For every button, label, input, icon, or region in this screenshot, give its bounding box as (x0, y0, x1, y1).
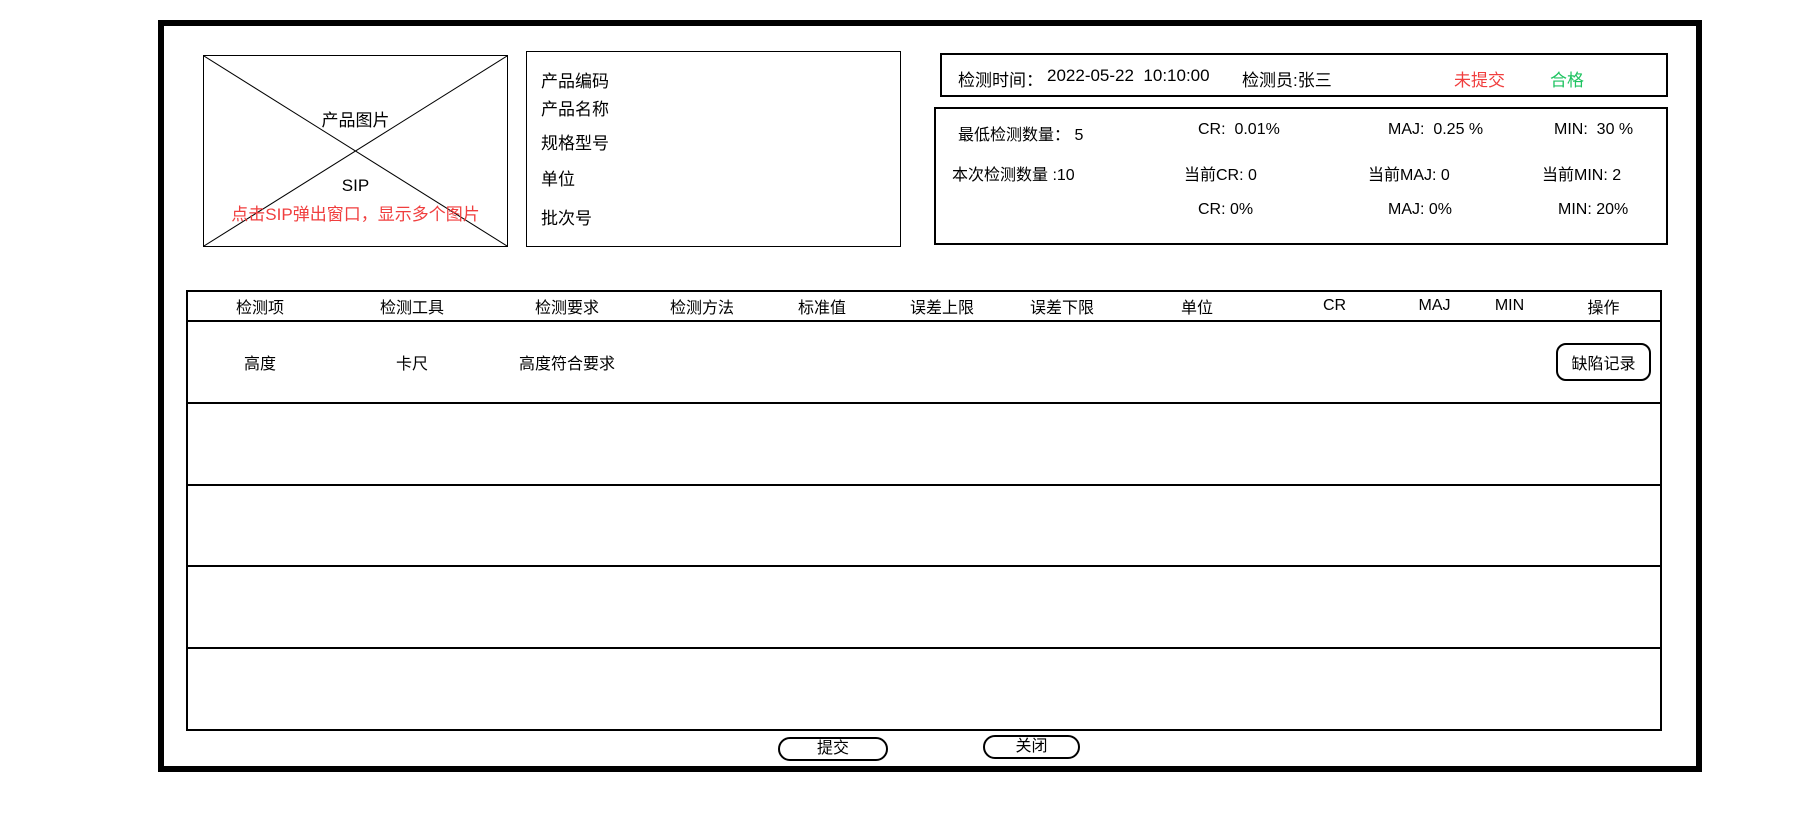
inspector-label: 检测员:张三 (1242, 66, 1332, 91)
stat-cr-limit: CR: 0.01% (1198, 121, 1280, 139)
sip-popup-note[interactable]: 点击SIP弹出窗口，显示多个图片 (204, 200, 507, 225)
defect-record-button[interactable]: 缺陷记录 (1556, 343, 1650, 381)
col-header-action: 操作 (1547, 294, 1660, 318)
stat-min-inspect-qty: 最低检测数量： 5 (958, 121, 1083, 145)
stat-min-rate: MIN: 20% (1558, 201, 1628, 219)
col-header-method: 检测方法 (642, 294, 762, 318)
col-header-item: 检测项 (188, 294, 332, 318)
col-header-cr: CR (1272, 297, 1397, 315)
table-row-empty (188, 567, 1660, 649)
inspection-header-box: 检测时间： 2022-05-22 10:10:00 检测员:张三 未提交 合格 (940, 53, 1668, 97)
close-button[interactable]: 关闭 (983, 735, 1080, 759)
stat-maj-limit: MAJ: 0.25 % (1388, 121, 1483, 139)
product-image-placeholder[interactable]: 产品图片 SIP 点击SIP弹出窗口，显示多个图片 (203, 55, 508, 247)
submit-status-badge: 未提交 (1454, 66, 1505, 91)
field-label-spec-model: 规格型号 (541, 129, 609, 154)
stat-current-inspect-qty: 本次检测数量 :10 (952, 161, 1075, 185)
col-header-upper-tol: 误差上限 (882, 294, 1002, 318)
inspection-items-table: 检测项 检测工具 检测要求 检测方法 标准值 误差上限 误差下限 单位 CR M… (186, 290, 1662, 731)
stat-current-maj: 当前MAJ: 0 (1368, 161, 1450, 185)
col-header-requirement: 检测要求 (492, 294, 642, 318)
col-header-unit: 单位 (1122, 294, 1272, 318)
field-label-unit: 单位 (541, 165, 575, 190)
stat-min-limit: MIN: 30 % (1554, 121, 1633, 139)
col-header-min: MIN (1472, 297, 1547, 315)
stat-cr-rate: CR: 0% (1198, 201, 1253, 219)
col-header-standard: 标准值 (762, 294, 882, 318)
stat-current-min: 当前MIN: 2 (1542, 161, 1621, 185)
field-label-product-name: 产品名称 (541, 95, 609, 120)
table-row-empty (188, 486, 1660, 568)
product-info-box: 产品编码 产品名称 规格型号 单位 批次号 (526, 51, 901, 247)
cell-tool: 卡尺 (332, 350, 492, 374)
product-image-label: 产品图片 (204, 106, 507, 131)
cell-requirement: 高度符合要求 (492, 350, 642, 374)
submit-button[interactable]: 提交 (778, 737, 888, 761)
col-header-tool: 检测工具 (332, 294, 492, 318)
table-row-empty (188, 404, 1660, 486)
stat-current-cr: 当前CR: 0 (1184, 161, 1257, 185)
table-header-row: 检测项 检测工具 检测要求 检测方法 标准值 误差上限 误差下限 单位 CR M… (188, 292, 1660, 322)
table-row-empty (188, 649, 1660, 729)
sip-label: SIP (204, 176, 507, 196)
stat-maj-rate: MAJ: 0% (1388, 201, 1452, 219)
table-row: 高度 卡尺 高度符合要求 缺陷记录 (188, 322, 1660, 404)
inspection-dialog: 产品图片 SIP 点击SIP弹出窗口，显示多个图片 产品编码 产品名称 规格型号… (158, 20, 1702, 772)
inspection-time-value: 2022-05-22 10:10:00 (1047, 66, 1210, 86)
inspection-time-label: 检测时间： (958, 66, 1043, 91)
col-header-lower-tol: 误差下限 (1002, 294, 1122, 318)
field-label-batch-no: 批次号 (541, 204, 592, 229)
col-header-maj: MAJ (1397, 297, 1472, 315)
field-label-product-code: 产品编码 (541, 67, 609, 92)
inspection-stats-box: 最低检测数量： 5 CR: 0.01% MAJ: 0.25 % MIN: 30 … (934, 107, 1668, 245)
cell-item: 高度 (188, 350, 332, 374)
result-status-badge: 合格 (1550, 66, 1584, 91)
